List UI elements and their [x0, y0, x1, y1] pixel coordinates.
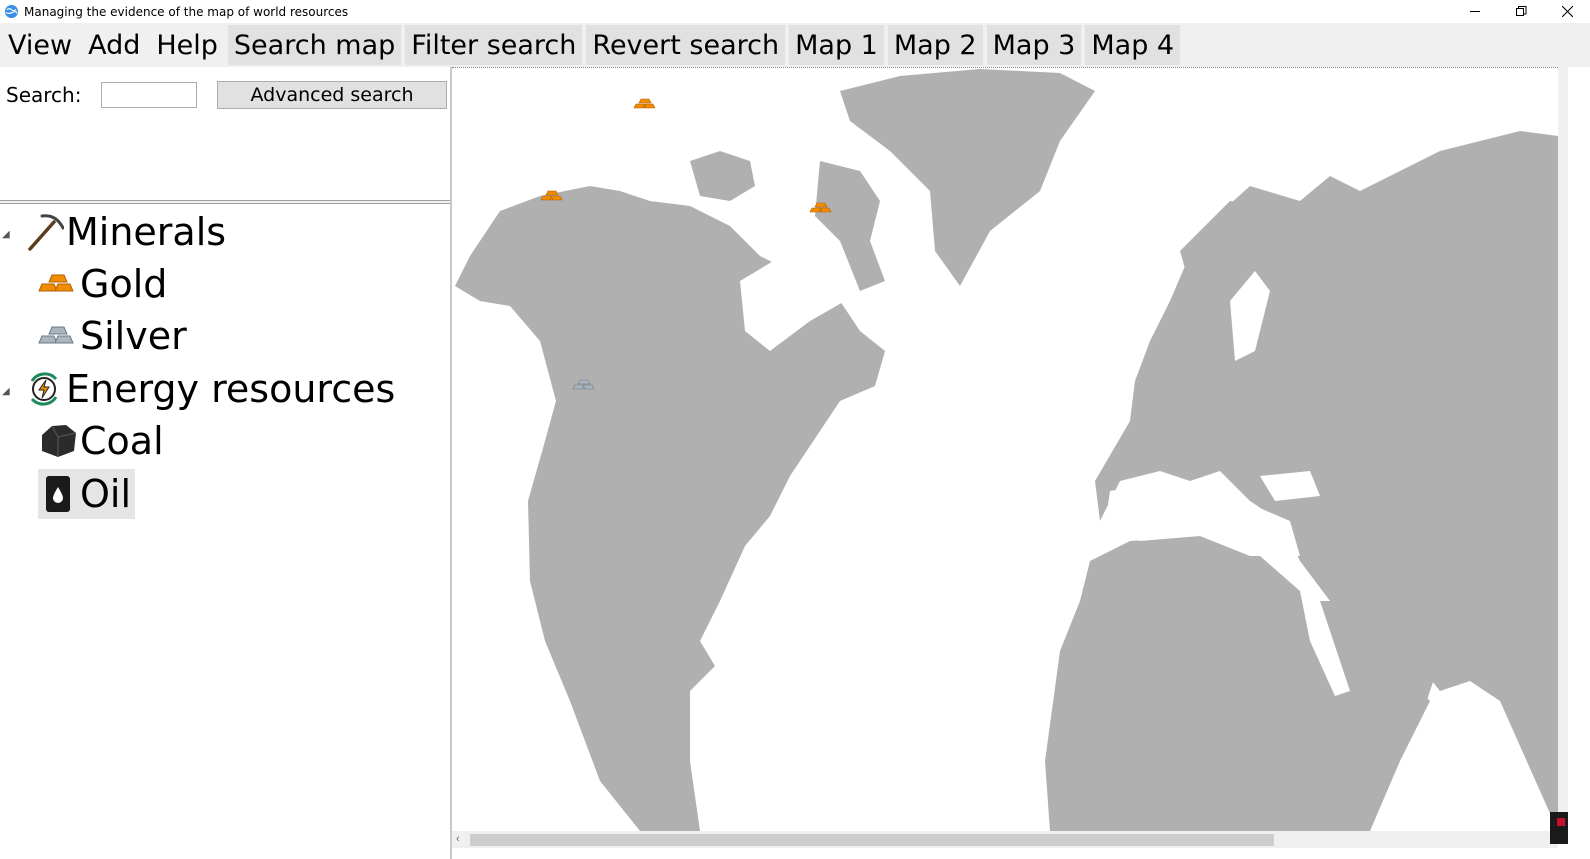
oil-barrel-icon	[38, 474, 78, 514]
map-4-button[interactable]: Map 4	[1085, 25, 1181, 65]
scrollbar-thumb[interactable]	[470, 834, 1274, 846]
menu-bar: View Add Help Search map Filter search R…	[0, 23, 1590, 67]
tree-label: Silver	[80, 314, 187, 358]
tree-label: Energy resources	[66, 367, 396, 411]
restore-button[interactable]	[1498, 0, 1544, 23]
tree-label: Coal	[80, 419, 164, 463]
tree-item-energy-resources[interactable]: ◢ Energy resources	[2, 364, 396, 414]
map-1-button[interactable]: Map 1	[789, 25, 884, 65]
minimize-button[interactable]	[1452, 0, 1498, 23]
silver-bars-icon	[38, 316, 78, 356]
search-input[interactable]	[101, 82, 197, 108]
tree-item-minerals[interactable]: ◢ Minerals	[2, 207, 227, 257]
world-map[interactable]	[452, 67, 1558, 832]
close-button[interactable]	[1544, 0, 1590, 23]
menu-help[interactable]: Help	[150, 25, 224, 65]
map-horizontal-scrollbar[interactable]: ‹	[452, 831, 1558, 848]
gold-marker	[633, 98, 656, 109]
tree-label: Oil	[80, 472, 132, 516]
landmasses	[455, 69, 1558, 831]
minimize-icon	[1469, 11, 1480, 12]
tree-item-gold[interactable]: Gold	[38, 259, 167, 309]
pickaxe-icon	[24, 212, 64, 252]
window-title: Managing the evidence of the map of worl…	[24, 4, 349, 19]
restore-icon	[1515, 6, 1526, 16]
tray-badge-icon	[1557, 818, 1565, 826]
tree-item-oil[interactable]: Oil	[38, 469, 136, 519]
map-canvas	[455, 69, 1558, 831]
map-vertical-scrollbar[interactable]	[1558, 67, 1568, 831]
globe-icon	[4, 4, 19, 19]
tree-label: Gold	[80, 262, 168, 306]
tree-item-coal[interactable]: Coal	[38, 416, 164, 466]
search-label: Search:	[6, 83, 82, 107]
search-map-button[interactable]: Search map	[227, 25, 402, 65]
filter-search-button[interactable]: Filter search	[405, 25, 583, 65]
tray-app-icon[interactable]	[1550, 812, 1568, 844]
search-row: Search: Advanced search	[6, 81, 447, 109]
landmass-greenland	[840, 69, 1095, 286]
gold-bars-icon	[38, 264, 78, 304]
close-icon	[1561, 6, 1573, 17]
menu-add[interactable]: Add	[82, 25, 146, 65]
title-bar: Managing the evidence of the map of worl…	[0, 0, 1590, 23]
revert-search-button[interactable]: Revert search	[586, 25, 786, 65]
tree-label: Minerals	[66, 210, 227, 254]
resource-panel: Search: Advanced search ◢ Minerals Gold …	[0, 67, 451, 859]
coal-icon	[38, 421, 78, 461]
advanced-search-button[interactable]: Advanced search	[217, 81, 447, 109]
map-3-button[interactable]: Map 3	[986, 25, 1082, 65]
map-2-button[interactable]: Map 2	[887, 25, 983, 65]
tree-item-silver[interactable]: Silver	[38, 311, 187, 361]
collapse-arrow-icon[interactable]: ◢	[2, 386, 10, 397]
panel-splitter[interactable]	[0, 200, 451, 204]
collapse-arrow-icon[interactable]: ◢	[2, 229, 10, 240]
scroll-left-icon[interactable]: ‹	[456, 833, 460, 845]
landmass-baffin	[690, 151, 755, 201]
menu-view[interactable]: View	[2, 25, 78, 65]
energy-icon	[24, 369, 64, 409]
